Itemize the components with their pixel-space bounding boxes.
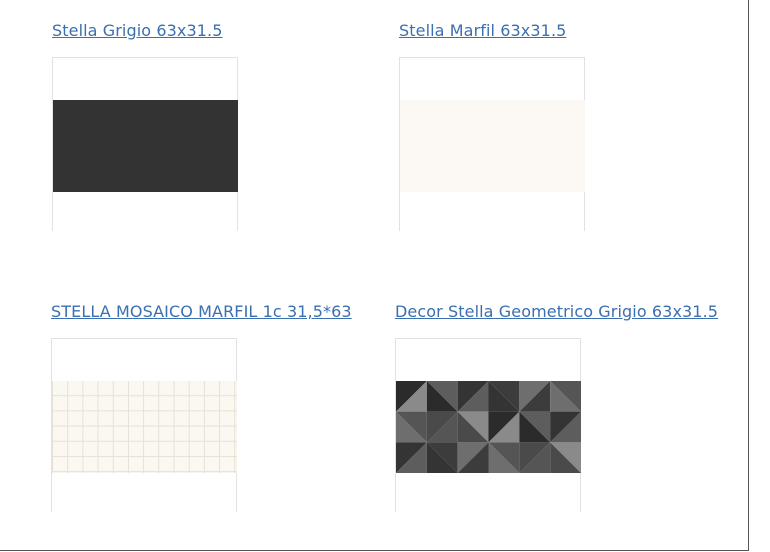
product-card: Stella Marfil 63x31.5 xyxy=(399,21,566,40)
product-image-stella-marfil[interactable] xyxy=(399,57,585,231)
stella-grigio-tile-icon xyxy=(53,100,238,192)
product-image-stella-mosaico-marfil[interactable] xyxy=(51,338,237,512)
product-link-stella-marfil[interactable]: Stella Marfil 63x31.5 xyxy=(399,21,566,40)
product-image-decor-stella-geometrico-grigio[interactable] xyxy=(395,338,581,512)
product-link-stella-mosaico-marfil[interactable]: STELLA MOSAICO MARFIL 1c 31,5*63 xyxy=(51,302,352,321)
product-link-decor-stella-geometrico-grigio[interactable]: Decor Stella Geometrico Grigio 63x31.5 xyxy=(395,302,718,321)
product-link-stella-grigio[interactable]: Stella Grigio 63x31.5 xyxy=(52,21,223,40)
product-card: Decor Stella Geometrico Grigio 63x31.5 xyxy=(395,302,718,321)
product-image-stella-grigio[interactable] xyxy=(52,57,238,231)
product-card: STELLA MOSAICO MARFIL 1c 31,5*63 xyxy=(51,302,352,321)
stella-mosaico-marfil-tile-icon xyxy=(52,381,237,473)
stella-marfil-tile-icon xyxy=(400,100,585,192)
product-grid: Stella Grigio 63x31.5 Stella Marfil 63x3… xyxy=(0,0,749,551)
product-card: Stella Grigio 63x31.5 xyxy=(52,21,223,40)
decor-stella-geometrico-grigio-tile-icon xyxy=(396,381,581,473)
